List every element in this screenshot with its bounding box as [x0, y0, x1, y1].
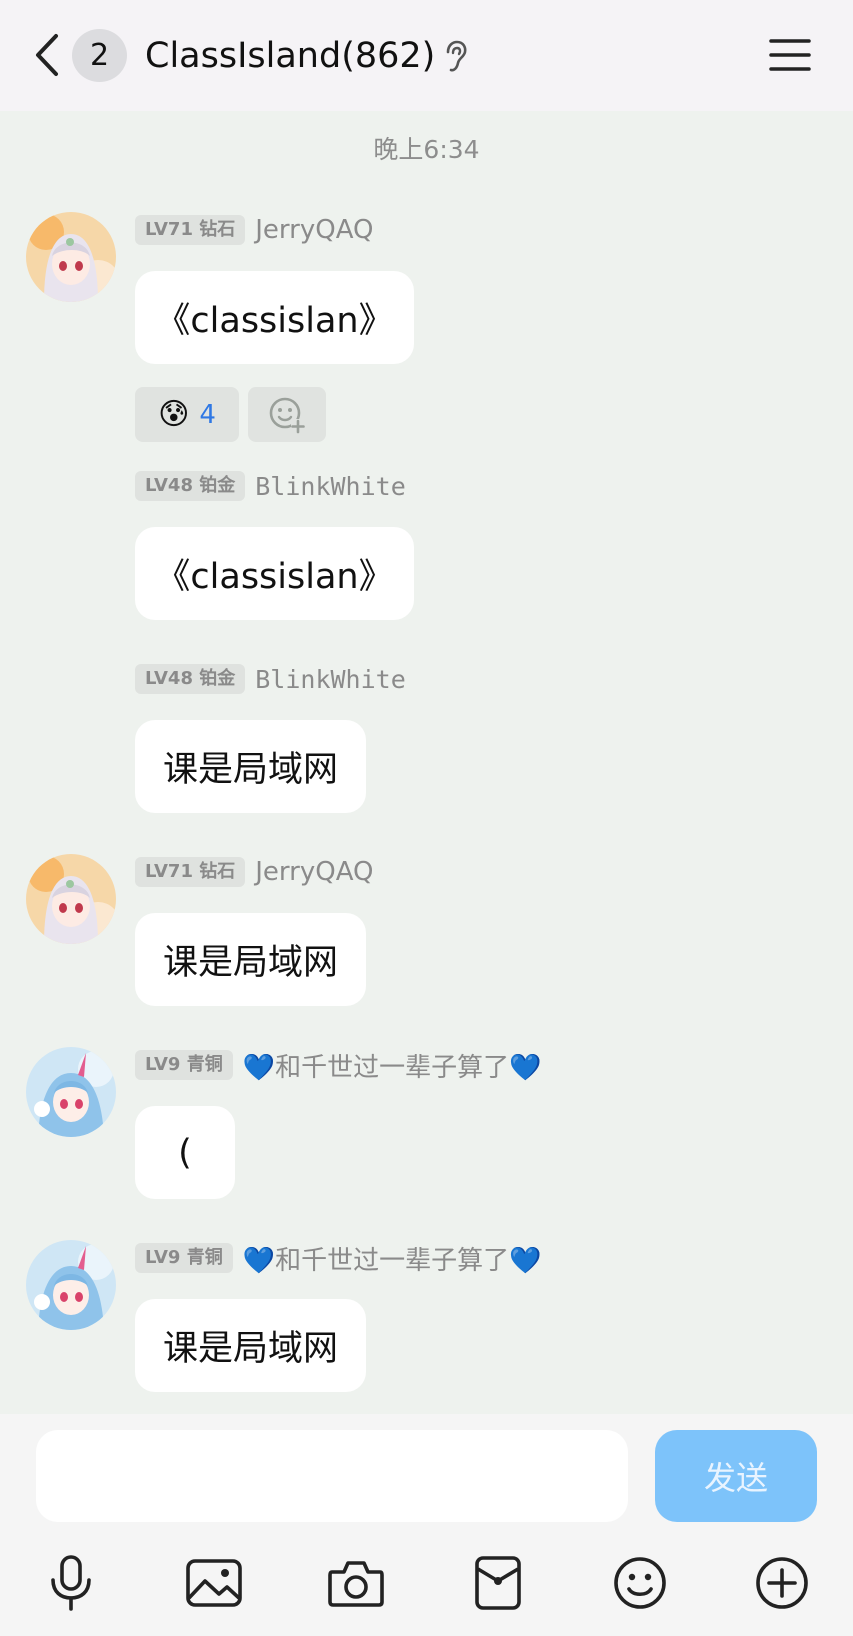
emoji-button[interactable]: [605, 1548, 675, 1618]
ear-icon[interactable]: [443, 40, 469, 74]
message-bubble[interactable]: 《classislan》: [135, 271, 414, 364]
sender-meta: LV48 铂金 BlinkWhite: [135, 470, 406, 502]
back-arrow-icon[interactable]: [30, 30, 66, 80]
message-input[interactable]: [36, 1430, 628, 1522]
emoji-icon: [614, 1557, 666, 1609]
level-badge: LV48 铂金: [135, 664, 246, 694]
add-reaction-icon: [269, 397, 305, 433]
message-bubble[interactable]: (: [135, 1106, 235, 1199]
avatar[interactable]: [26, 854, 116, 944]
sender-name[interactable]: BlinkWhite: [255, 665, 406, 694]
image-button[interactable]: [179, 1548, 249, 1618]
message-bubble[interactable]: 课是局域网: [135, 720, 366, 813]
sender-name[interactable]: 💙和千世过一辈子算了💙: [243, 1240, 542, 1277]
red-packet-button[interactable]: [463, 1548, 533, 1618]
level-badge: LV9 青铜: [135, 1050, 233, 1080]
send-button[interactable]: 发送: [655, 1430, 817, 1522]
sender-meta: LV48 铂金 BlinkWhite: [135, 663, 406, 695]
level-badge: LV71 钻石: [135, 857, 246, 887]
add-reaction-button[interactable]: [248, 387, 326, 442]
message-bubble[interactable]: 《classislan》: [135, 527, 414, 620]
unread-count-badge[interactable]: 2: [72, 29, 127, 82]
sender-name[interactable]: JerryQAQ: [255, 215, 373, 245]
image-icon: [186, 1559, 242, 1607]
level-badge: LV9 青铜: [135, 1243, 233, 1273]
level-badge: LV48 铂金: [135, 471, 246, 501]
sender-name[interactable]: JerryQAQ: [255, 857, 373, 887]
avatar[interactable]: [26, 212, 116, 302]
composer: 发送: [0, 1414, 853, 1636]
group-title[interactable]: ClassIsland(862): [145, 30, 435, 82]
voice-button[interactable]: [36, 1548, 106, 1618]
message-bubble[interactable]: 课是局域网: [135, 913, 366, 1006]
sender-meta: LV71 钻石 JerryQAQ: [135, 856, 373, 888]
menu-icon[interactable]: [768, 36, 812, 74]
sender-name[interactable]: 💙和千世过一辈子算了💙: [243, 1047, 542, 1084]
anxious-face-icon: 😰: [158, 397, 190, 432]
chat-header: 2 ClassIsland(862): [0, 0, 853, 111]
camera-button[interactable]: [321, 1548, 391, 1618]
reaction-chip[interactable]: 😰 4: [135, 387, 239, 442]
sender-name[interactable]: BlinkWhite: [255, 472, 406, 501]
camera-icon: [328, 1561, 384, 1607]
sender-meta: LV9 青铜 💙和千世过一辈子算了💙: [135, 1047, 542, 1084]
message-bubble[interactable]: 课是局域网: [135, 1299, 366, 1392]
level-badge: LV71 钻石: [135, 215, 246, 245]
plus-icon: [756, 1557, 808, 1609]
sender-meta: LV9 青铜 💙和千世过一辈子算了💙: [135, 1240, 542, 1277]
avatar[interactable]: [26, 1240, 116, 1330]
red-packet-icon: [475, 1556, 521, 1610]
sender-meta: LV71 钻石 JerryQAQ: [135, 214, 373, 246]
more-button[interactable]: [747, 1548, 817, 1618]
message-timestamp: 晚上6:34: [373, 135, 480, 164]
reaction-count: 4: [199, 399, 216, 430]
avatar[interactable]: [26, 1047, 116, 1137]
microphone-icon: [51, 1555, 91, 1611]
